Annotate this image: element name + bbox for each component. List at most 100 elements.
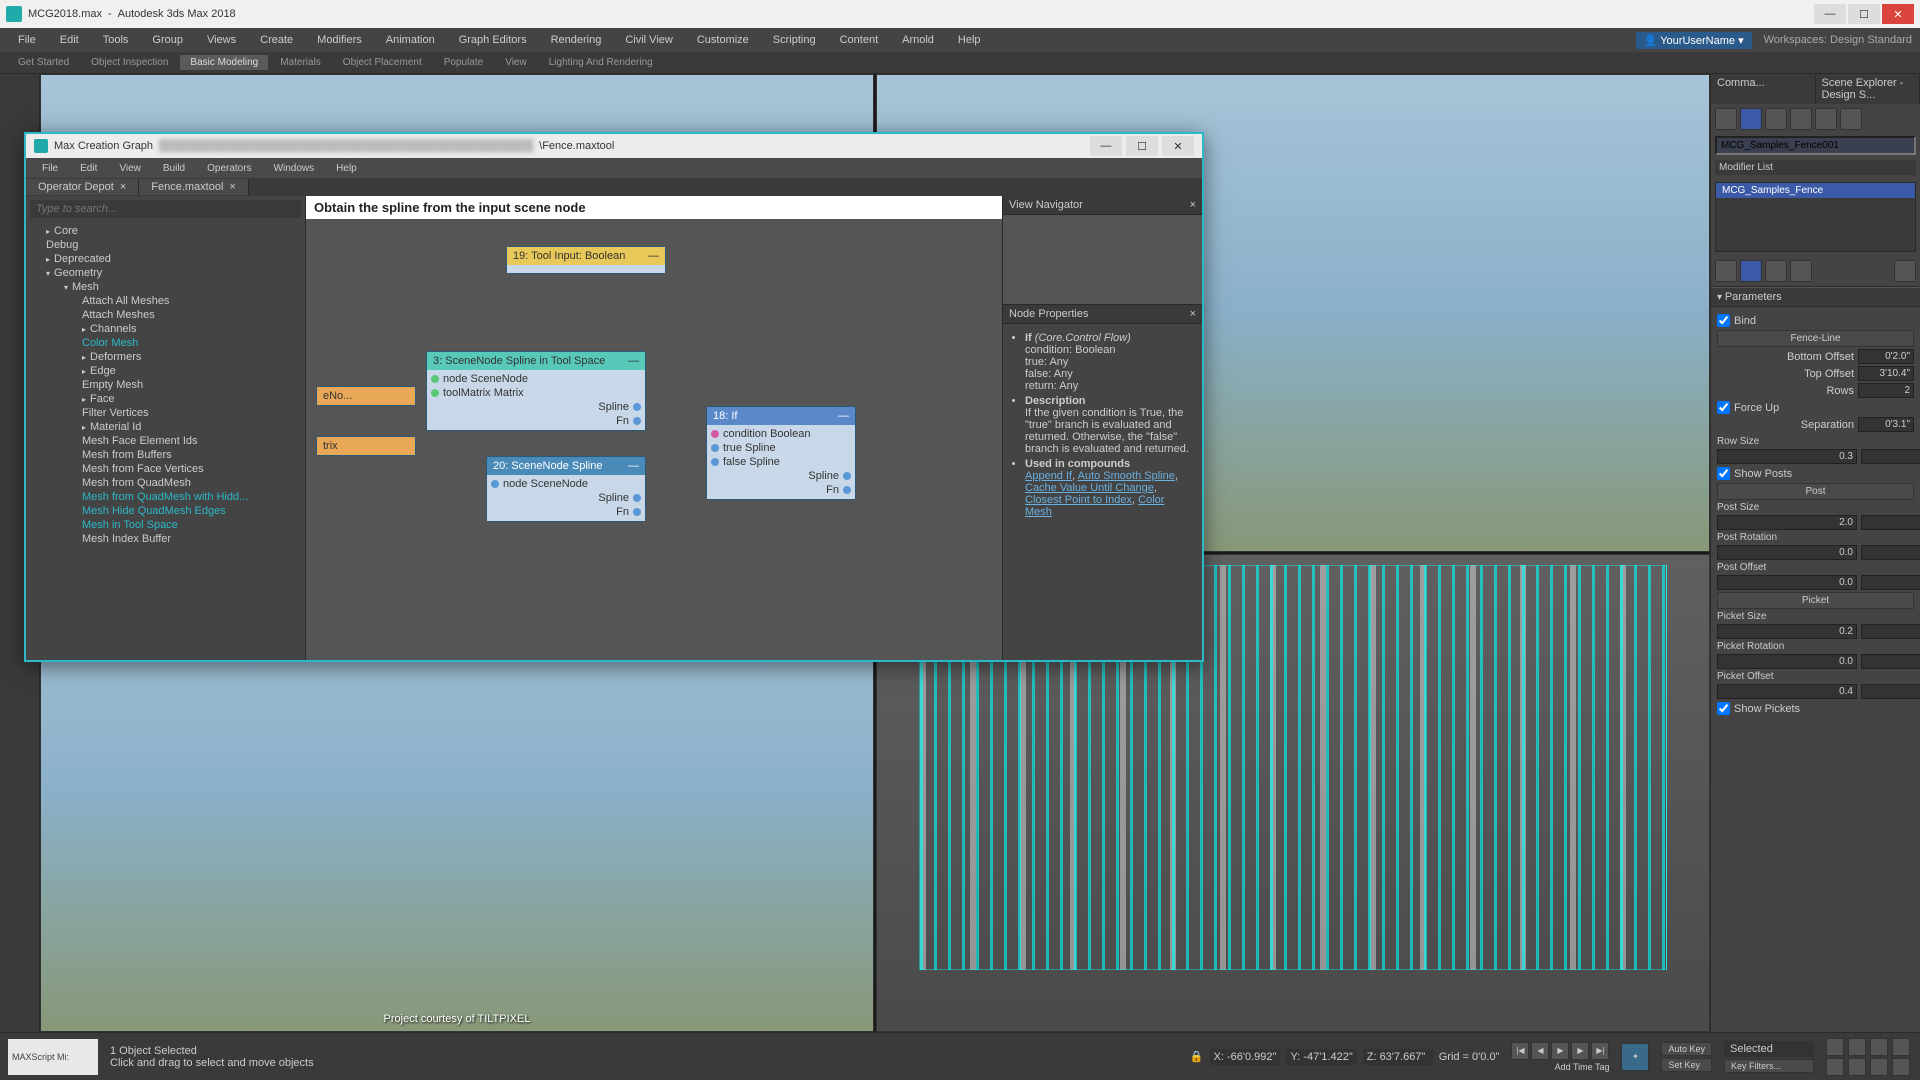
compound-link[interactable]: Cache Value Until Change [1025, 482, 1154, 494]
compound-link[interactable]: Append If [1025, 470, 1072, 482]
menu-modifiers[interactable]: Modifiers [307, 30, 372, 50]
maximize-viewport-icon[interactable] [1892, 1038, 1910, 1056]
ribbon-object-inspection[interactable]: Object Inspection [81, 55, 178, 70]
ribbon-basic-modeling[interactable]: Basic Modeling [180, 55, 268, 70]
mcg-menu-view[interactable]: View [109, 161, 151, 176]
user-badge[interactable]: 👤 YourUserName ▾ [1636, 32, 1752, 49]
tree-item[interactable]: ▸Material Id [28, 420, 303, 434]
menu-civil-view[interactable]: Civil View [615, 30, 682, 50]
key-filters-button[interactable]: Key Filters... [1724, 1059, 1814, 1073]
ribbon-populate[interactable]: Populate [434, 55, 493, 70]
picket-off-y[interactable] [1861, 684, 1920, 699]
show-posts-checkbox[interactable] [1717, 467, 1730, 480]
menu-scripting[interactable]: Scripting [763, 30, 826, 50]
tree-item[interactable]: Mesh in Tool Space [28, 518, 303, 532]
menu-group[interactable]: Group [142, 30, 193, 50]
display-icon[interactable] [1815, 108, 1837, 130]
maxscript-listener[interactable]: MAXScript Mi: [8, 1039, 98, 1075]
menu-tools[interactable]: Tools [93, 30, 139, 50]
menu-views[interactable]: Views [197, 30, 246, 50]
tree-item[interactable]: Mesh from QuadMesh [28, 476, 303, 490]
mcg-close-button[interactable]: ✕ [1162, 136, 1194, 156]
ribbon-lighting-and-rendering[interactable]: Lighting And Rendering [539, 55, 663, 70]
separation-input[interactable] [1858, 417, 1914, 432]
tree-item[interactable]: Attach Meshes [28, 308, 303, 322]
view-navigator[interactable] [1003, 215, 1202, 305]
tree-item[interactable]: Empty Mesh [28, 378, 303, 392]
show-pickets-checkbox[interactable] [1717, 702, 1730, 715]
object-name-field[interactable] [1715, 136, 1916, 155]
post-off-y[interactable] [1861, 575, 1920, 590]
ribbon-materials[interactable]: Materials [270, 55, 331, 70]
menu-content[interactable]: Content [830, 30, 889, 50]
tree-item[interactable]: ▸Edge [28, 364, 303, 378]
compound-link[interactable]: Closest Point to Index [1025, 494, 1132, 506]
tree-item[interactable]: ▸Deprecated [28, 252, 303, 266]
hierarchy-icon[interactable] [1765, 108, 1787, 130]
lock-icon[interactable]: 🔒 [1190, 1050, 1204, 1063]
coord-z[interactable]: Z: 63'7.667" [1363, 1049, 1433, 1065]
picket-off-x[interactable] [1717, 684, 1857, 699]
operator-tree[interactable]: ▸CoreDebug▸Deprecated▾Geometry▾MeshAttac… [26, 222, 305, 660]
add-time-tag[interactable]: Add Time Tag [1555, 1062, 1610, 1072]
tree-item[interactable]: Color Mesh [28, 336, 303, 350]
picket-size-x[interactable] [1717, 624, 1857, 639]
menu-arnold[interactable]: Arnold [892, 30, 944, 50]
picket-button[interactable]: Picket [1717, 592, 1914, 609]
mcg-menu-help[interactable]: Help [326, 161, 367, 176]
tree-item[interactable]: ▸Deformers [28, 350, 303, 364]
tree-item[interactable]: Mesh from QuadMesh with Hidd... [28, 490, 303, 504]
remove-mod-icon[interactable] [1790, 260, 1812, 282]
tree-item[interactable]: Mesh Hide QuadMesh Edges [28, 504, 303, 518]
pan-icon[interactable] [1826, 1038, 1844, 1056]
show-result-icon[interactable] [1740, 260, 1762, 282]
tree-item[interactable]: ▾Geometry [28, 266, 303, 280]
menu-rendering[interactable]: Rendering [541, 30, 612, 50]
node-tool-input[interactable]: 19: Tool Input: Boolean— [506, 246, 666, 274]
tree-item[interactable]: ▾Mesh [28, 280, 303, 294]
tree-item[interactable]: Filter Vertices [28, 406, 303, 420]
modifier-list-dropdown[interactable]: Modifier List [1715, 160, 1916, 175]
graph-canvas[interactable]: Obtain the spline from the input scene n… [306, 196, 1002, 660]
top-offset-input[interactable] [1858, 366, 1914, 381]
tree-item[interactable]: ▸Channels [28, 322, 303, 336]
parameters-rollout-header[interactable]: ▾ Parameters [1711, 287, 1920, 307]
close-button[interactable]: ✕ [1882, 4, 1914, 24]
row-size-y[interactable] [1861, 449, 1920, 464]
workspace-selector[interactable]: Workspaces: Design Standard [1764, 34, 1912, 46]
make-unique-icon[interactable] [1765, 260, 1787, 282]
ribbon-object-placement[interactable]: Object Placement [333, 55, 432, 70]
zoom-icon[interactable] [1848, 1038, 1866, 1056]
mcg-menu-operators[interactable]: Operators [197, 161, 261, 176]
prev-frame-icon[interactable]: ◀ [1531, 1042, 1549, 1060]
time-config-icon[interactable]: ✦ [1621, 1043, 1649, 1071]
play-icon[interactable]: ▶ [1551, 1042, 1569, 1060]
zoom-extents-icon[interactable] [1826, 1058, 1844, 1076]
close-panel-icon[interactable]: × [1190, 199, 1196, 211]
coord-y[interactable]: Y: -47'1.422" [1286, 1049, 1356, 1065]
row-size-x[interactable] [1717, 449, 1857, 464]
key-mode-dropdown[interactable]: Selected [1724, 1041, 1814, 1057]
menu-edit[interactable]: Edit [50, 30, 89, 50]
mcg-tab-depot[interactable]: Operator Depot× [26, 179, 139, 195]
close-tab-icon[interactable]: × [229, 181, 235, 193]
picket-rot-x[interactable] [1717, 654, 1857, 669]
modifier-stack[interactable]: MCG_Samples_Fence [1715, 182, 1916, 252]
menu-file[interactable]: File [8, 30, 46, 50]
utilities-icon[interactable] [1840, 108, 1862, 130]
bind-checkbox[interactable] [1717, 314, 1730, 327]
mcg-tab-fence[interactable]: Fence.maxtool× [139, 179, 249, 195]
next-frame-icon[interactable]: ▶ [1571, 1042, 1589, 1060]
node-scenenode-spline[interactable]: 20: SceneNode Spline— node SceneNode Spl… [486, 456, 646, 522]
minimize-button[interactable]: — [1814, 4, 1846, 24]
menu-create[interactable]: Create [250, 30, 303, 50]
pin-stack-icon[interactable] [1715, 260, 1737, 282]
maximize-button[interactable]: ☐ [1848, 4, 1880, 24]
tree-item[interactable]: Mesh from Buffers [28, 448, 303, 462]
cmd-tab-scene-explorer[interactable]: Scene Explorer - Design S... [1816, 74, 1920, 104]
mcg-menu-build[interactable]: Build [153, 161, 195, 176]
bottom-offset-input[interactable] [1858, 349, 1914, 364]
config-mod-icon[interactable] [1894, 260, 1916, 282]
post-rot-x[interactable] [1717, 545, 1857, 560]
modifier-stack-item[interactable]: MCG_Samples_Fence [1716, 183, 1915, 198]
